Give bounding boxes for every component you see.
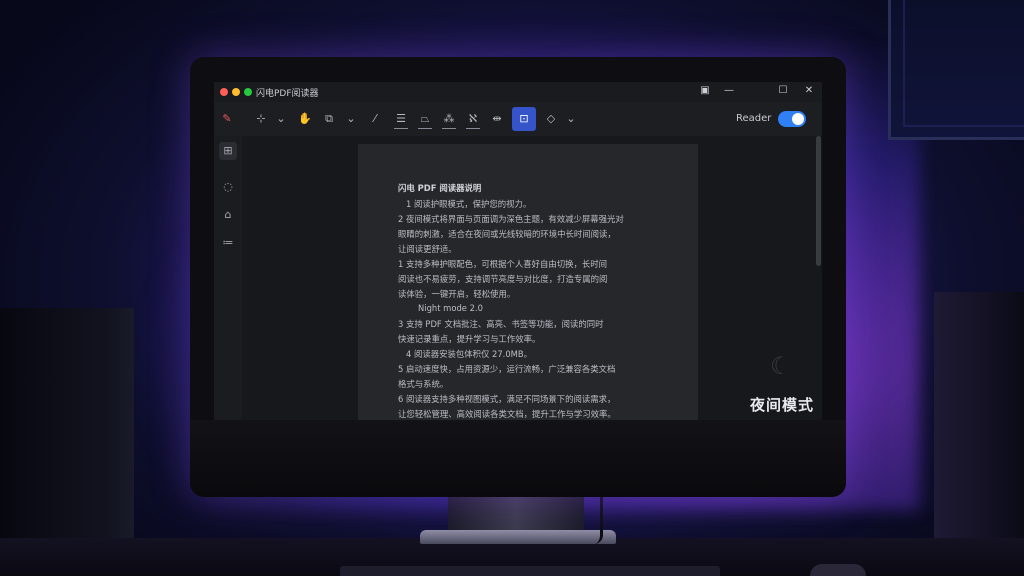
doc-line: 眼睛的刺激，适合在夜间或光线较暗的环境中长时间阅读， [398, 229, 616, 239]
doc-line: Night mode 2.0 [418, 303, 483, 313]
shape-icon[interactable]: ⏢ [418, 110, 432, 129]
monitor-stand-base [420, 530, 616, 544]
mouse [810, 564, 866, 576]
document-viewer[interactable]: 闪电 PDF 阅读器说明 1 阅读护眼模式，保护您的视力。 2 夜间模式将界面与… [242, 136, 822, 420]
doc-line: 格式与系统。 [398, 379, 449, 389]
pdf-reader-window: 闪电PDF阅读器 ▣ — ☐ ✕ ✎ ⊹ ⌄ ✋ ⧉ ⌄ ⁄ ☰ ⏢ ⁂ ℵ ⇹… [214, 82, 822, 420]
window-title: 闪电PDF阅读器 [256, 89, 319, 99]
monitor-chin [190, 420, 846, 497]
protect-icon[interactable]: ◇ [544, 110, 558, 128]
title-bar: 闪电PDF阅读器 ▣ — ☐ ✕ [214, 82, 822, 102]
doc-line: 5 启动速度快，占用资源少，运行流畅，广泛兼容各类文档 [398, 364, 616, 374]
doc-line: 阅读也不易疲劳，支持调节亮度与对比度，打造专属的阅 [398, 274, 608, 284]
wall-picture-frame [888, 0, 1024, 140]
doc-line: 4 阅读器安装包体积仅 27.0MB。 [406, 349, 533, 359]
left-sidebar: ⊞ ◌ ⌂ ≔ [214, 136, 242, 420]
reader-mode-label: Reader [736, 113, 772, 124]
pdf-page: 闪电 PDF 阅读器说明 1 阅读护眼模式，保护您的视力。 2 夜间模式将界面与… [358, 144, 698, 420]
night-mode-label: 夜间模式 [750, 396, 815, 414]
left-speaker [0, 308, 134, 576]
sign-icon[interactable]: ℵ [466, 110, 480, 129]
edit-icon[interactable]: ⧉ [322, 110, 336, 128]
doc-line: 6 阅读器支持多种视图模式，满足不同场景下的阅读需求， [398, 394, 616, 404]
monitor-cable [594, 496, 603, 544]
bookmark-icon[interactable]: ⌂ [219, 206, 237, 224]
moon-icon: ☾ [770, 352, 792, 380]
thumbnails-icon[interactable]: ⊞ [219, 142, 237, 160]
doc-line: 1 阅读护眼模式，保护您的视力。 [406, 199, 532, 209]
minimize-window-dot[interactable] [232, 88, 240, 96]
outline-icon[interactable]: ≔ [219, 234, 237, 252]
zoom-window-dot[interactable] [244, 88, 252, 96]
doc-line: 让阅读更舒适。 [398, 244, 457, 254]
vertical-scrollbar[interactable] [816, 136, 821, 266]
doc-line: 1 支持多种护眼配色，可根据个人喜好自由切换，长时间 [398, 259, 607, 269]
close-window-dot[interactable] [220, 88, 228, 96]
text-box-icon[interactable]: ☰ [394, 110, 408, 129]
main-toolbar: ✎ ⊹ ⌄ ✋ ⧉ ⌄ ⁄ ☰ ⏢ ⁂ ℵ ⇹ ⊡ ◇ ⌄ Reader [214, 102, 822, 137]
doc-line: 快速记录重点，提升学习与工作效率。 [398, 334, 541, 344]
pin-window-icon[interactable]: ▣ [698, 85, 712, 96]
reader-mode-toggle[interactable] [778, 111, 806, 127]
stamp-icon[interactable]: ⁂ [442, 110, 456, 129]
maximize-icon[interactable]: ☐ [776, 85, 790, 96]
doc-line: 3 支持 PDF 文档批注、高亮、书签等功能，阅读的同时 [398, 319, 604, 329]
select-dropdown-icon[interactable]: ⌄ [274, 110, 288, 128]
app-logo-icon: ✎ [222, 112, 232, 125]
keyboard [340, 566, 720, 576]
minimize-icon[interactable]: — [722, 85, 736, 96]
split-icon[interactable]: ⇹ [490, 110, 504, 128]
doc-heading: 闪电 PDF 阅读器说明 [398, 183, 482, 193]
protect-dropdown-icon[interactable]: ⌄ [564, 110, 578, 128]
edit-dropdown-icon[interactable]: ⌄ [344, 110, 358, 128]
doc-line: 2 夜间模式将界面与页面调为深色主题，有效减少屏幕强光对 [398, 214, 624, 224]
right-speaker [934, 292, 1024, 576]
doc-line: 让您轻松管理、高效阅读各类文档，提升工作与学习效率。 [398, 409, 616, 419]
annotate-icon[interactable]: ⊡ [512, 107, 536, 131]
hand-icon[interactable]: ✋ [298, 110, 312, 128]
comments-icon[interactable]: ◌ [219, 178, 237, 196]
pen-icon[interactable]: ⁄ [368, 110, 382, 128]
select-icon[interactable]: ⊹ [254, 110, 268, 128]
doc-line: 读体验，一键开启，轻松使用。 [398, 289, 516, 299]
close-icon[interactable]: ✕ [802, 85, 816, 96]
